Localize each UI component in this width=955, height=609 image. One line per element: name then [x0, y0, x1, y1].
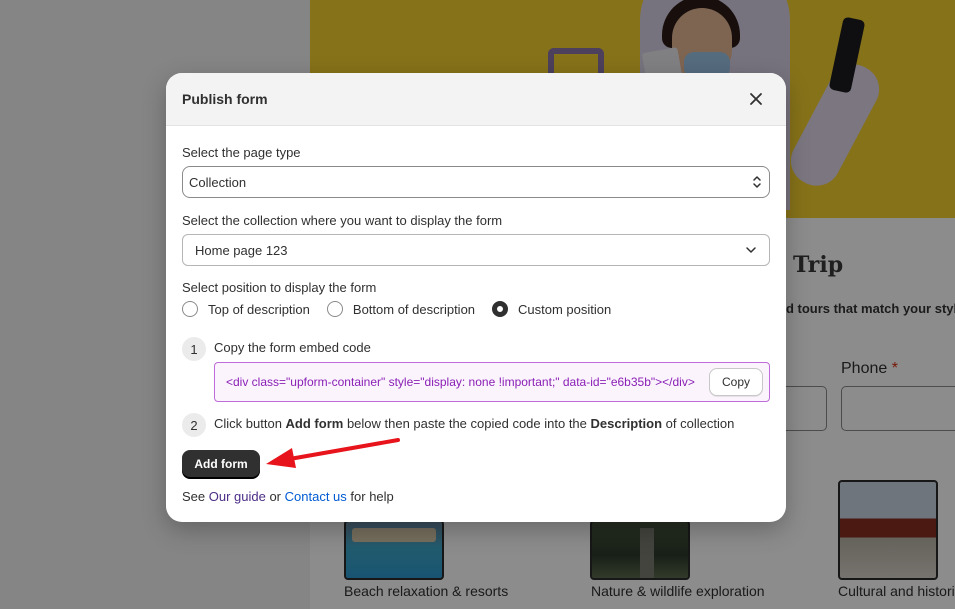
chevron-down-icon	[746, 247, 756, 253]
collection-label: Select the collection where you want to …	[182, 213, 503, 228]
radio-top-of-description[interactable]: Top of description	[182, 301, 310, 317]
radio-label: Top of description	[208, 301, 310, 317]
modal-header: Publish form	[166, 73, 786, 126]
close-icon	[750, 93, 762, 105]
radio-button[interactable]	[182, 301, 198, 317]
collection-value: Home page 123	[195, 242, 288, 258]
our-guide-link[interactable]: Our guide	[209, 489, 266, 504]
publish-form-modal: Publish form Select the page type Collec…	[166, 73, 786, 522]
page-type-label: Select the page type	[182, 145, 301, 160]
radio-custom-position[interactable]: Custom position	[492, 301, 611, 317]
annotation-arrow-icon	[266, 438, 400, 468]
page-type-value: Collection	[189, 174, 247, 190]
embed-code-box[interactable]: <div class="upform-container" style="dis…	[214, 362, 770, 402]
modal-title: Publish form	[182, 91, 268, 107]
embed-code[interactable]: <div class="upform-container" style="dis…	[226, 375, 709, 389]
contact-us-link[interactable]: Contact us	[285, 489, 347, 504]
step-2-badge: 2	[182, 413, 206, 437]
chevron-up-down-icon	[753, 176, 761, 188]
page-type-select[interactable]: Collection	[182, 166, 770, 198]
collection-select[interactable]: Home page 123	[182, 234, 770, 266]
step-1-text: Copy the form embed code	[214, 340, 371, 355]
radio-button[interactable]	[326, 301, 343, 317]
radio-bottom-of-description[interactable]: Bottom of description	[326, 301, 476, 317]
radio-label: Custom position	[518, 301, 612, 317]
close-button[interactable]	[742, 85, 770, 113]
radio-button-checked[interactable]	[492, 301, 509, 317]
position-label: Select position to display the form	[182, 280, 377, 295]
step-2-text: Click button Add form below then paste t…	[214, 416, 735, 431]
step-1-badge: 1	[182, 337, 206, 361]
radio-label: Bottom of description	[352, 301, 476, 317]
copy-button[interactable]: Copy	[708, 368, 763, 396]
position-radio-group: Top of description Bottom of description…	[182, 301, 628, 317]
add-form-button[interactable]: Add form	[182, 450, 260, 478]
help-text: See Our guide or Contact us for help	[182, 489, 394, 504]
